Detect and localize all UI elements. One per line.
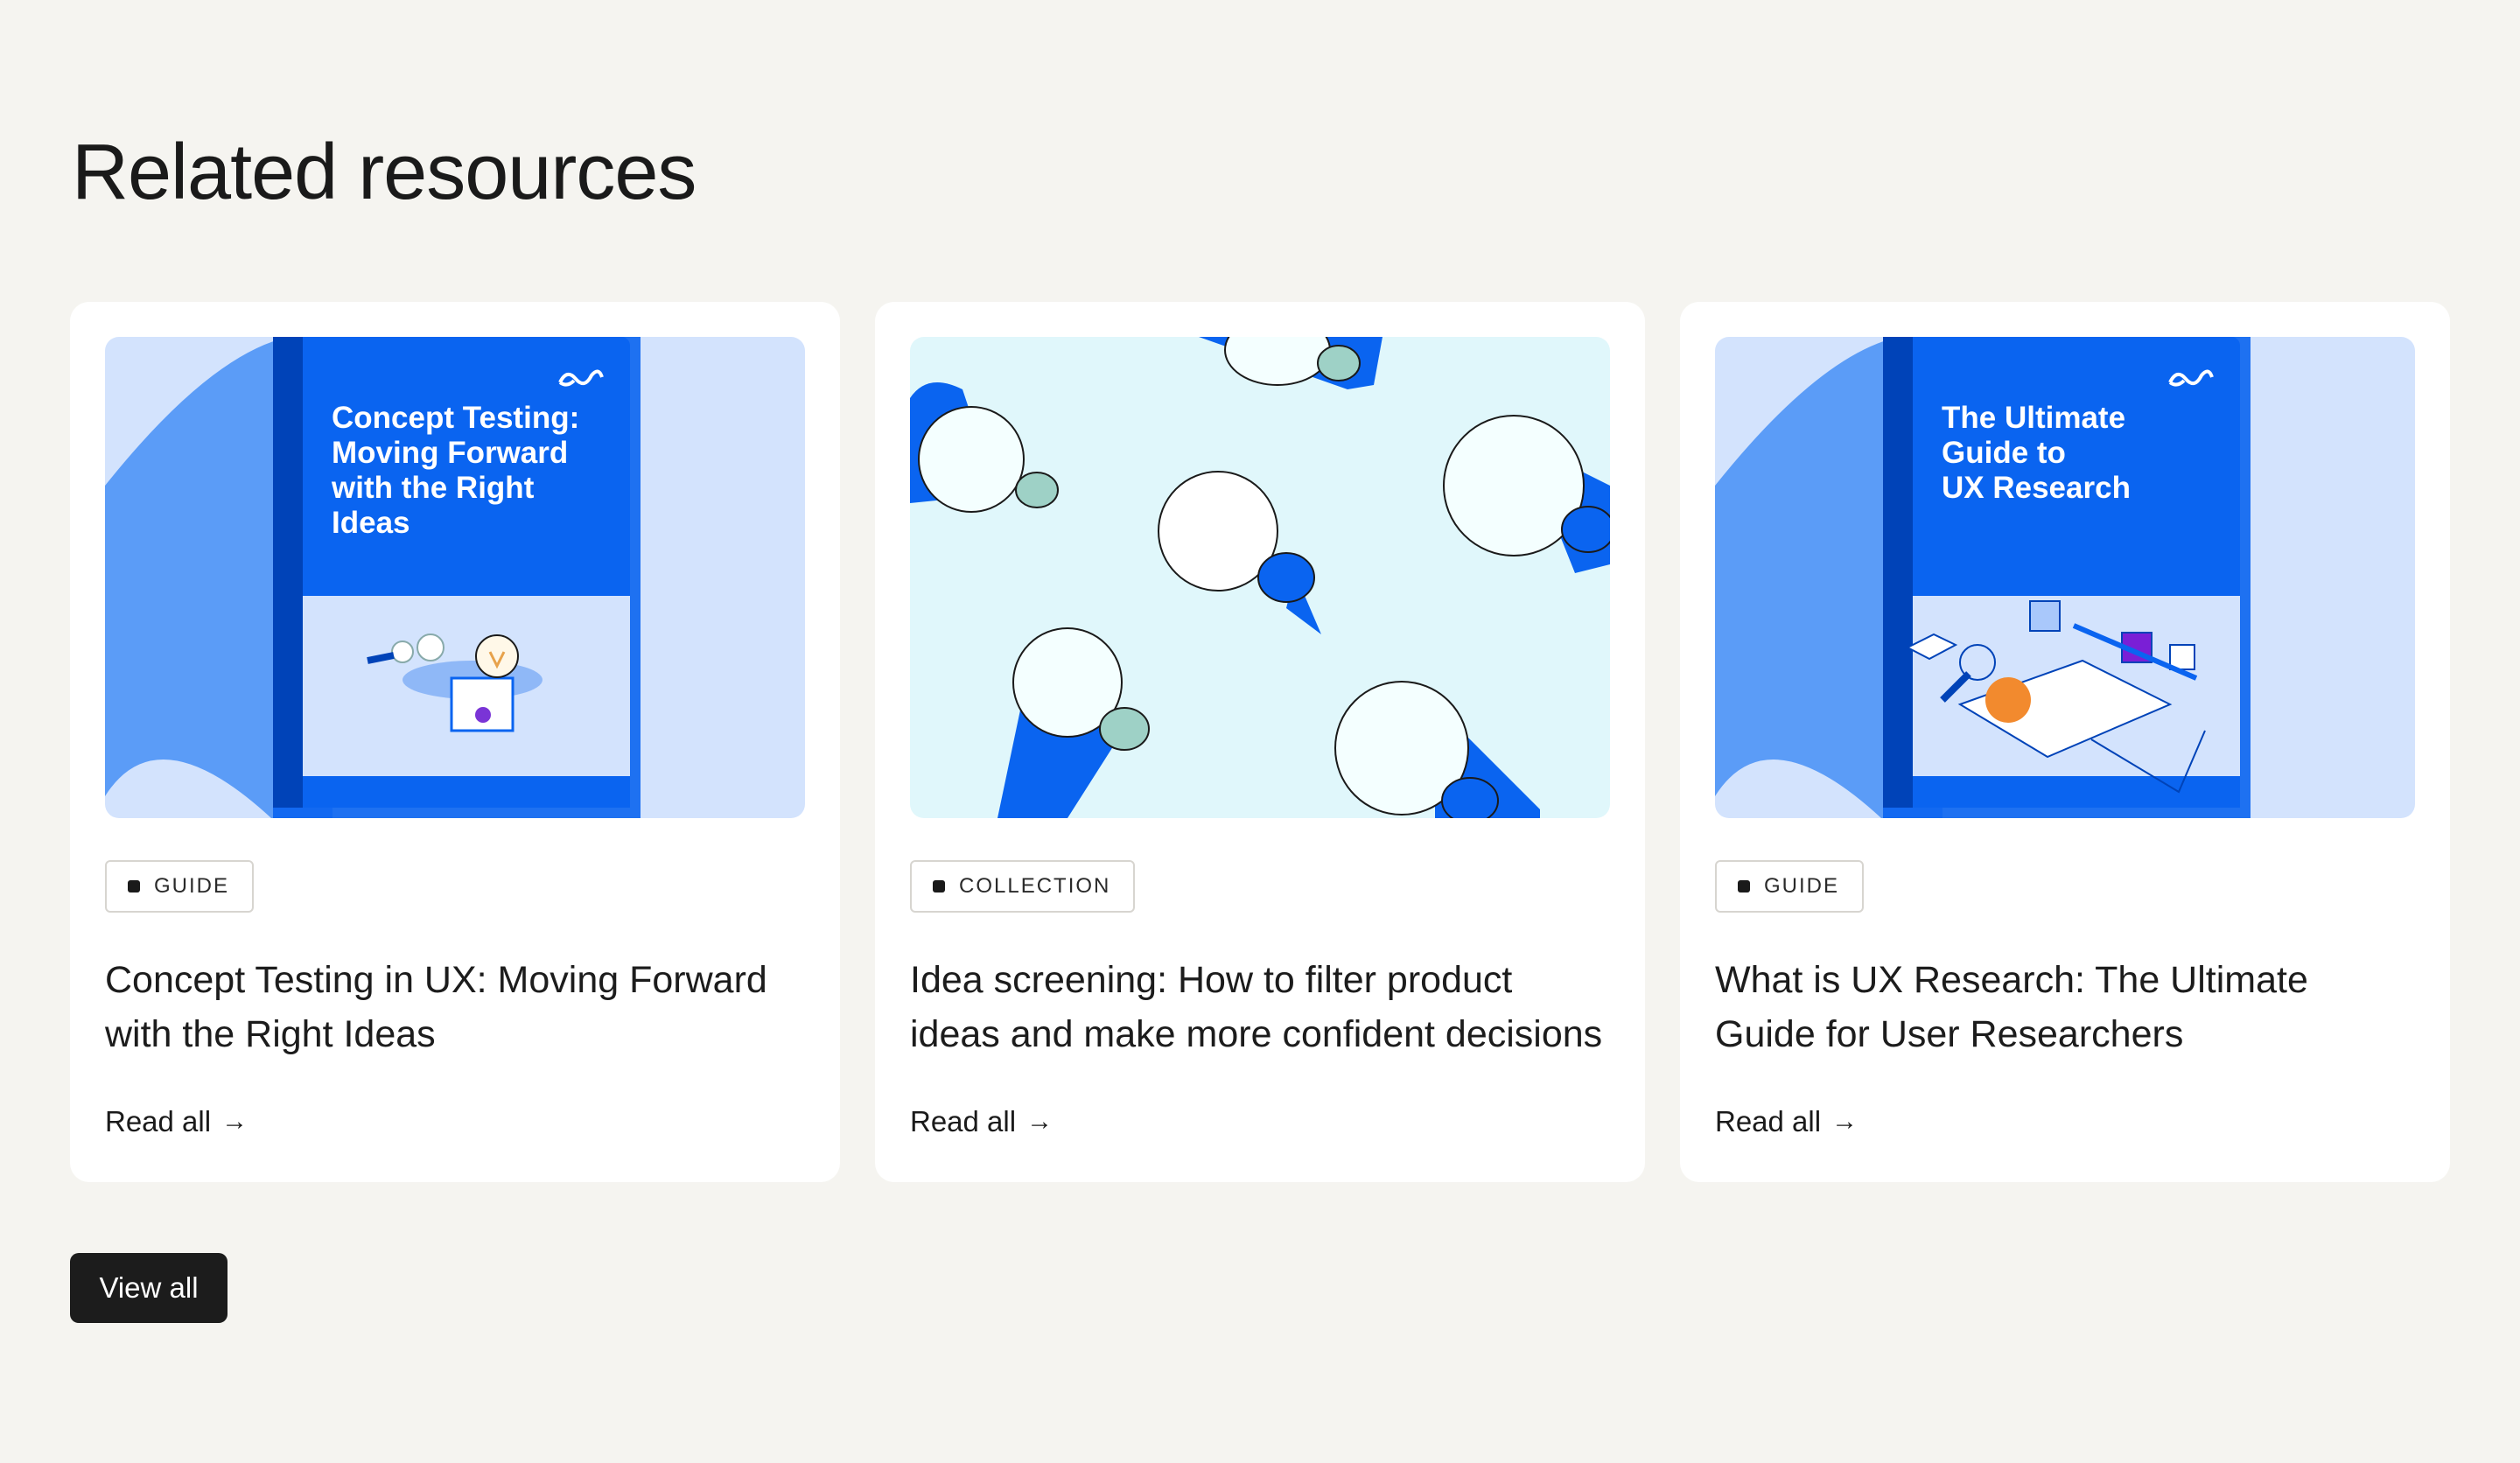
tag-square-icon: [128, 880, 140, 892]
card-title[interactable]: Idea screening: How to filter product id…: [910, 953, 1610, 1061]
read-all-label: Read all: [910, 1105, 1017, 1138]
read-all-link[interactable]: Read all →: [105, 1105, 248, 1138]
arrow-right-icon: →: [1831, 1107, 1858, 1136]
resource-card-ux-research[interactable]: The Ultimate Guide to UX Research GUIDE …: [1680, 302, 2450, 1182]
arrow-right-icon: →: [221, 1107, 248, 1136]
cover-line-1: The Ultimate: [1942, 401, 2125, 435]
read-all-label: Read all: [105, 1105, 212, 1138]
tag-label: GUIDE: [154, 874, 230, 898]
resource-card-concept-testing[interactable]: Concept Testing: Moving Forward with the…: [70, 302, 840, 1182]
resource-type-badge: GUIDE: [105, 860, 255, 913]
resource-type-badge: GUIDE: [1715, 860, 1865, 913]
resource-cards: Concept Testing: Moving Forward with the…: [70, 302, 2450, 1182]
lightbulbs-illustration: [910, 337, 1610, 818]
card-title[interactable]: What is UX Research: The Ultimate Guide …: [1715, 953, 2415, 1061]
arrow-right-icon: →: [1026, 1107, 1054, 1136]
cover-line-2: Guide to: [1942, 436, 2066, 470]
tag-label: COLLECTION: [959, 874, 1111, 898]
guide-cover-illustration: Concept Testing: Moving Forward with the…: [105, 337, 805, 818]
section-heading: Related resources: [72, 129, 696, 216]
read-all-link[interactable]: Read all →: [1715, 1105, 1858, 1138]
cover-line-3: with the Right: [331, 471, 535, 505]
view-all-button[interactable]: View all: [70, 1253, 228, 1323]
cover-line-2: Moving Forward: [332, 436, 568, 470]
read-all-link[interactable]: Read all →: [910, 1105, 1053, 1138]
card-thumbnail[interactable]: [910, 337, 1610, 818]
tag-square-icon: [933, 880, 945, 892]
card-thumbnail[interactable]: Concept Testing: Moving Forward with the…: [105, 337, 805, 818]
card-thumbnail[interactable]: The Ultimate Guide to UX Research: [1715, 337, 2415, 818]
cover-line-1: Concept Testing:: [332, 401, 579, 435]
resource-type-badge: COLLECTION: [910, 860, 1136, 913]
resource-card-idea-screening[interactable]: COLLECTION Idea screening: How to filter…: [875, 302, 1645, 1182]
read-all-label: Read all: [1715, 1105, 1822, 1138]
tag-square-icon: [1738, 880, 1750, 892]
tag-label: GUIDE: [1764, 874, 1840, 898]
cover-line-3: UX Research: [1942, 471, 2131, 505]
guide-cover-illustration: The Ultimate Guide to UX Research: [1715, 337, 2415, 818]
cover-line-4: Ideas: [332, 506, 410, 540]
card-title[interactable]: Concept Testing in UX: Moving Forward wi…: [105, 953, 805, 1061]
